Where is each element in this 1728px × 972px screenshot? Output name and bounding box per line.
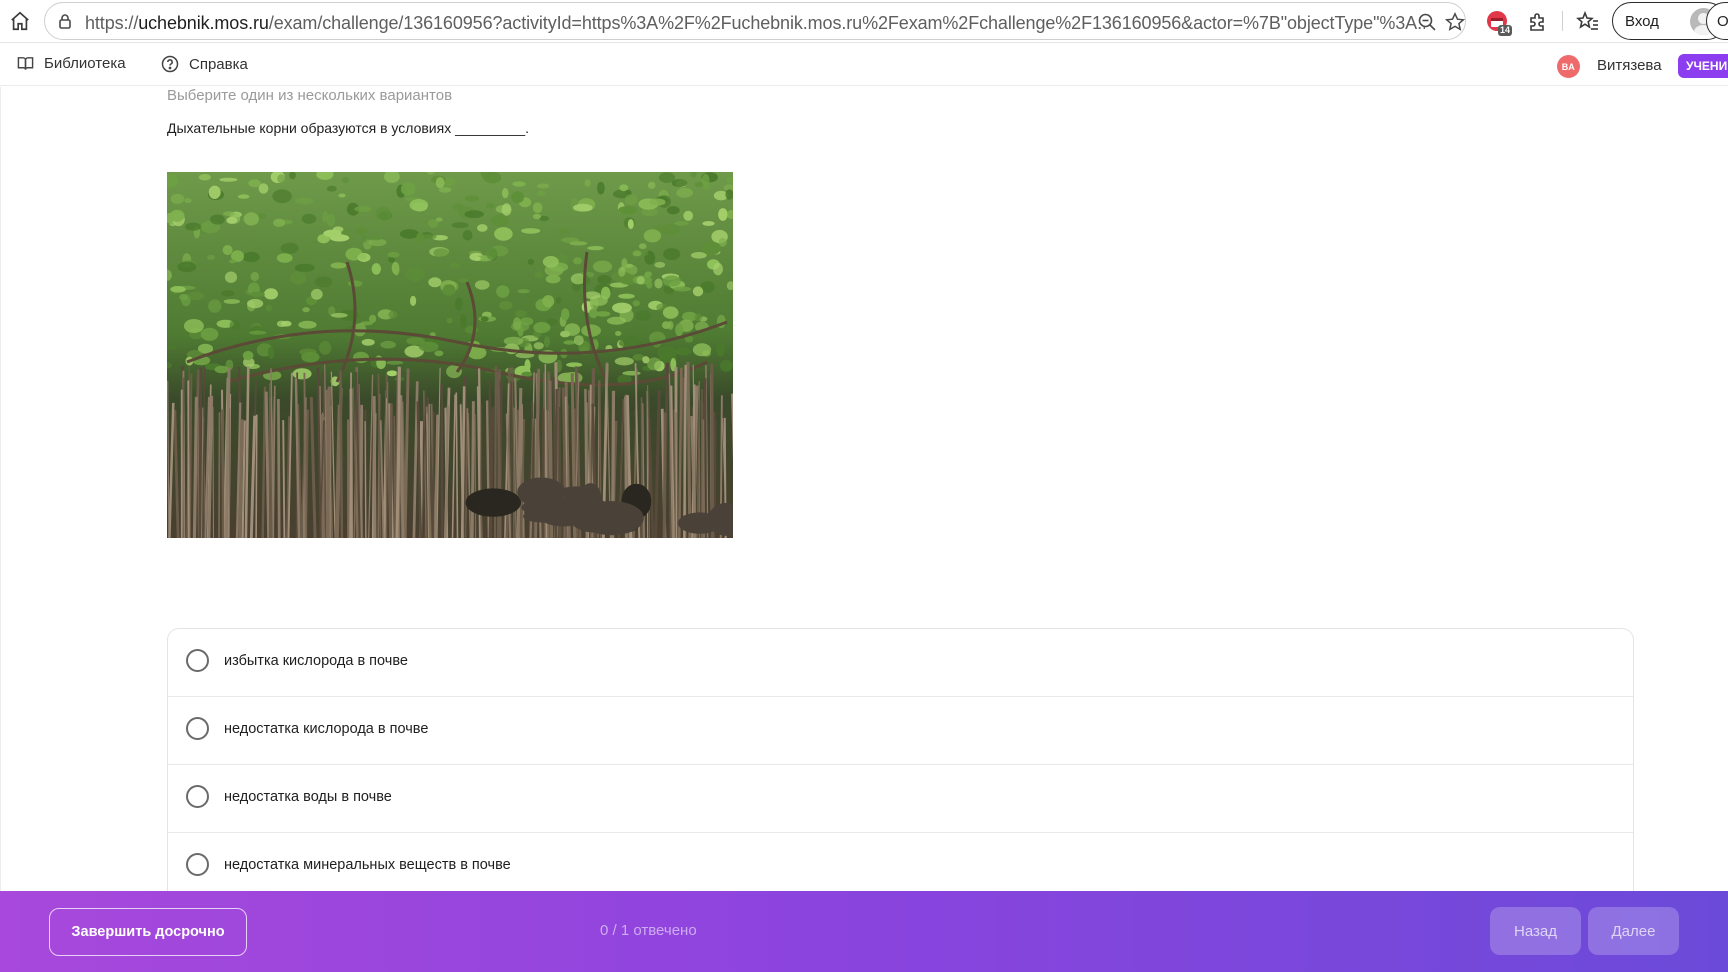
browser-toolbar: https://uchebnik.mos.ru/exam/challenge/1… bbox=[0, 0, 1728, 43]
answer-option[interactable]: недостатка воды в почве bbox=[168, 765, 1633, 833]
home-icon[interactable] bbox=[8, 9, 32, 33]
mangrove-roots-photo bbox=[167, 172, 733, 538]
radio-button[interactable] bbox=[186, 717, 209, 740]
help-icon bbox=[161, 55, 179, 73]
question-text: Дыхательные корни образуются в условиях … bbox=[167, 120, 530, 136]
nav-library-label: Библиотека bbox=[44, 55, 126, 72]
user-avatar[interactable]: ВА bbox=[1557, 55, 1580, 78]
extension-badge: 14 bbox=[1497, 25, 1512, 36]
book-icon bbox=[17, 57, 34, 70]
radio-button[interactable] bbox=[186, 853, 209, 876]
exam-footer: Завершить досрочно 0 / 1 отвечено Назад … bbox=[0, 891, 1728, 972]
url-text[interactable]: https://uchebnik.mos.ru/exam/challenge/1… bbox=[85, 13, 1425, 34]
answered-progress: 0 / 1 отвечено bbox=[600, 922, 697, 939]
role-badge: УЧЕНИ bbox=[1678, 54, 1728, 78]
answer-option-text: недостатка минеральных веществ в почве bbox=[224, 857, 511, 873]
answer-option-text: недостатка кислорода в почве bbox=[224, 721, 429, 737]
nav-library[interactable]: Библиотека bbox=[17, 55, 126, 72]
nav-help[interactable]: Справка bbox=[161, 55, 248, 73]
back-button[interactable]: Назад bbox=[1490, 907, 1581, 955]
app-header: Библиотека Справка ВА Витязева УЧЕНИ bbox=[0, 44, 1728, 86]
next-button[interactable]: Далее bbox=[1588, 907, 1679, 955]
extensions-puzzle-icon[interactable] bbox=[1526, 10, 1550, 34]
overflow-label: Ot bbox=[1717, 13, 1728, 30]
radio-button[interactable] bbox=[186, 785, 209, 808]
user-name[interactable]: Витязева bbox=[1597, 57, 1662, 74]
lock-icon[interactable] bbox=[57, 13, 73, 29]
answer-option[interactable]: недостатка минеральных веществ в почве bbox=[168, 833, 1633, 891]
toolbar-separator bbox=[1562, 11, 1563, 31]
nav-help-label: Справка bbox=[189, 55, 248, 73]
radio-button[interactable] bbox=[186, 649, 209, 672]
zoom-out-icon[interactable] bbox=[1417, 12, 1437, 32]
answer-option-text: избытка кислорода в почве bbox=[224, 653, 408, 669]
finish-early-button[interactable]: Завершить досрочно bbox=[49, 908, 247, 956]
answer-option-text: недостатка воды в почве bbox=[224, 789, 392, 805]
address-bar[interactable]: https://uchebnik.mos.ru/exam/challenge/1… bbox=[44, 2, 1466, 40]
question-instruction: Выберите один из нескольких вариантов bbox=[167, 87, 453, 104]
sign-in-label: Вход bbox=[1625, 13, 1659, 30]
favorites-icon[interactable] bbox=[1576, 10, 1600, 34]
answer-option[interactable]: недостатка кислорода в почве bbox=[168, 697, 1633, 765]
question-area: Выберите один из нескольких вариантов Ды… bbox=[0, 87, 1728, 891]
answer-option[interactable]: избытка кислорода в почве bbox=[168, 629, 1633, 697]
answer-options: избытка кислорода в почве недостатка кис… bbox=[167, 628, 1634, 891]
extension-calendar-icon[interactable]: 14 bbox=[1486, 10, 1512, 36]
star-icon[interactable] bbox=[1445, 12, 1465, 32]
